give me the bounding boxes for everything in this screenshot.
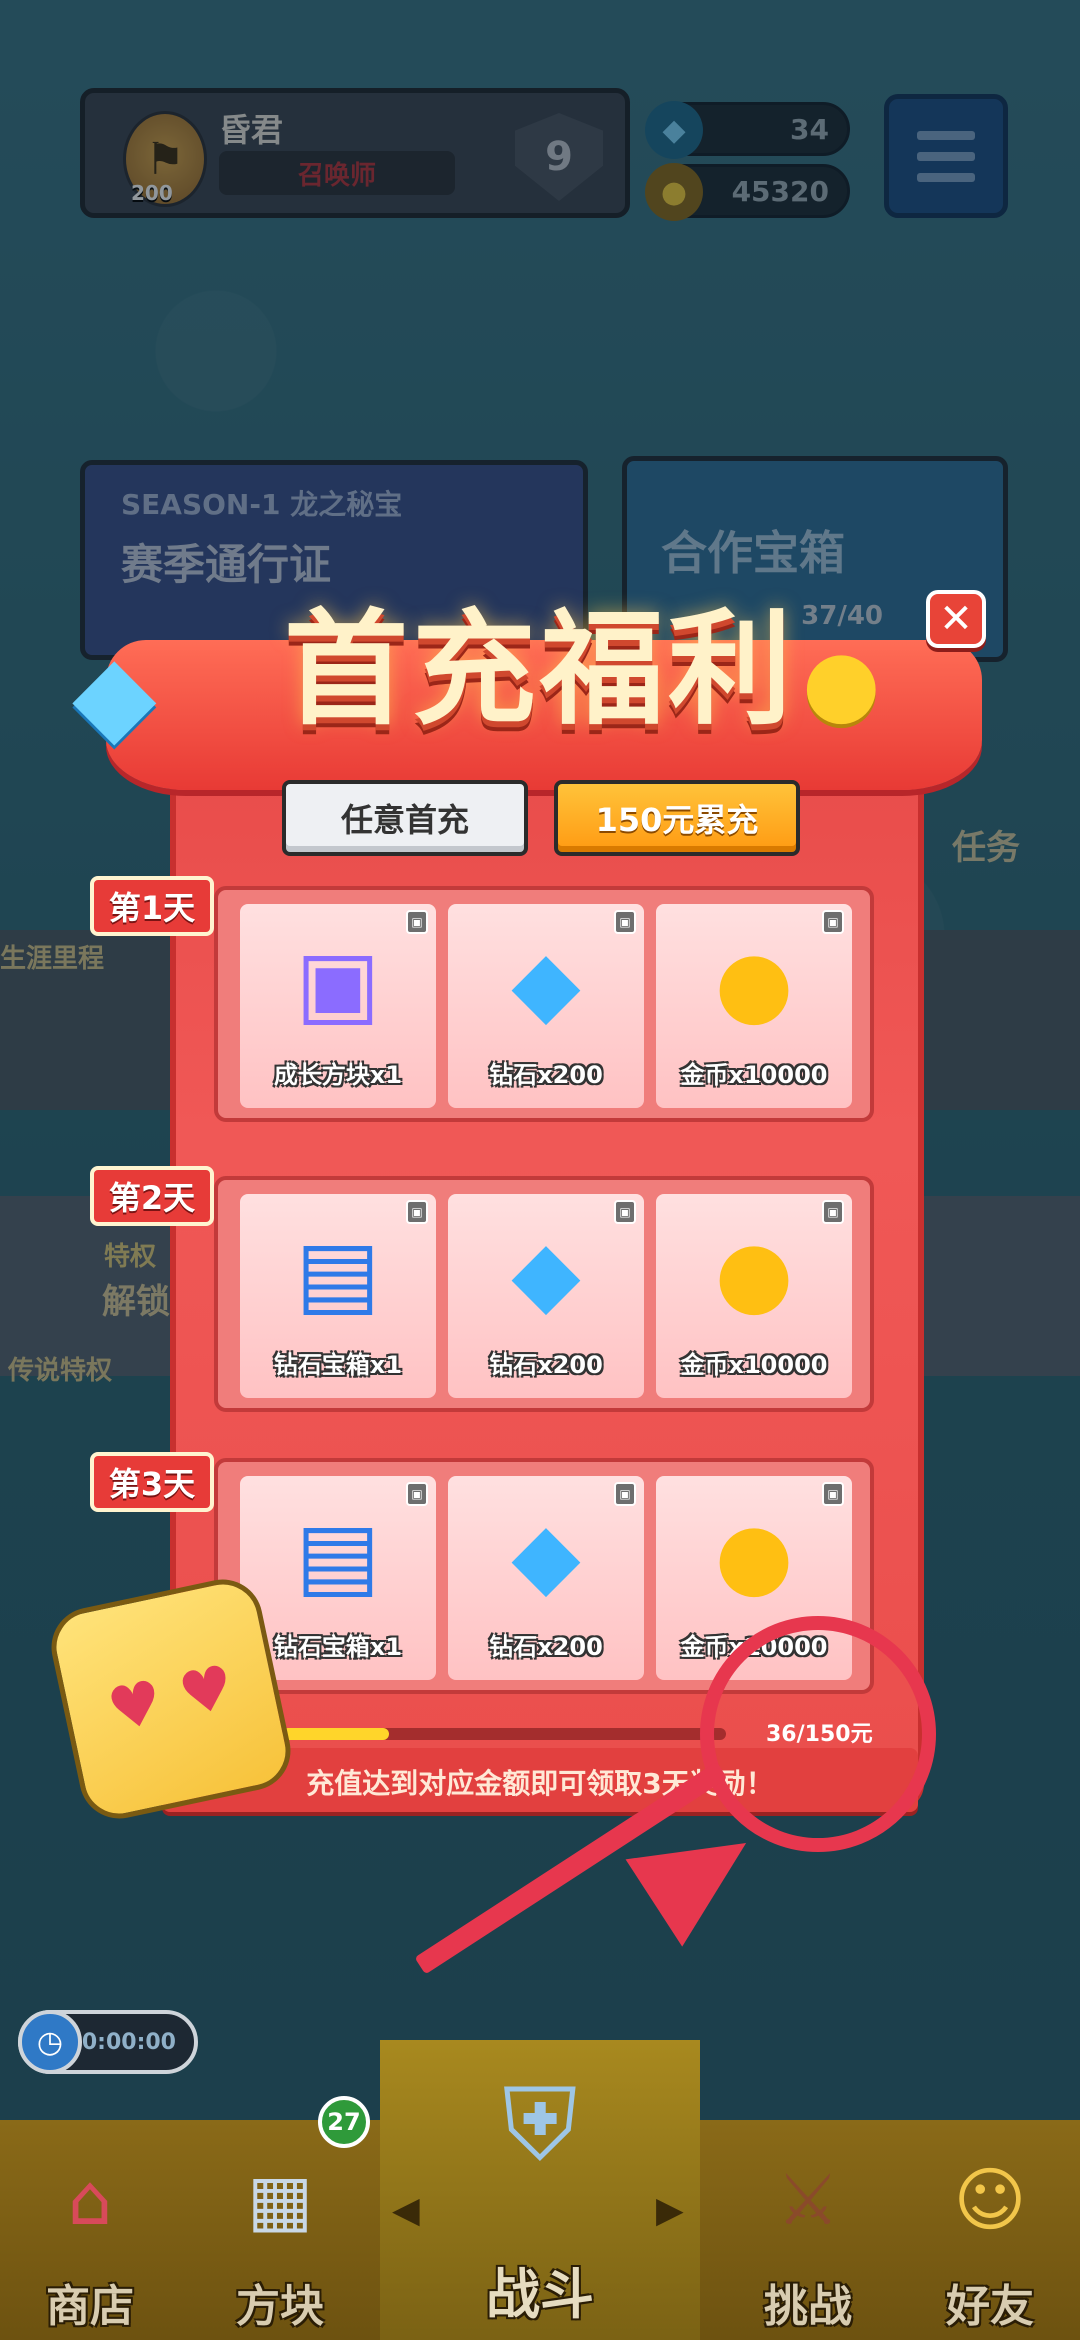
reward-name: 钻石x200	[489, 1351, 603, 1379]
reward-item[interactable]: ▣ ▤ 钻石宝箱x1	[240, 1194, 436, 1398]
coin-pile-icon: ●	[714, 931, 794, 1036]
nav-label: 战斗	[486, 2263, 594, 2326]
nav-friends[interactable]: ☺ 好友	[900, 2120, 1080, 2340]
challenge-icon: ⚔	[776, 2159, 840, 2241]
nav-blocks[interactable]: ▦ 方块	[190, 2120, 370, 2340]
stopwatch-icon: ◷	[18, 2010, 82, 2074]
tab-any-first-recharge[interactable]: 任意首充	[282, 780, 528, 856]
nav-battle[interactable]: ⛨ 战斗	[380, 2040, 700, 2340]
coin-pile-icon: ●	[714, 1221, 794, 1326]
reward-item[interactable]: ▣ ◆ 钻石x200	[448, 1194, 644, 1398]
tab-150-cumulative[interactable]: 150元累充	[554, 780, 800, 856]
chest-icon: ▤	[295, 1221, 381, 1326]
nav-label: 挑战	[764, 2281, 852, 2332]
popup-title: 首充福利	[283, 598, 796, 742]
progress-fill	[282, 1728, 389, 1740]
nav-shop[interactable]: ⌂ 商店	[0, 2120, 180, 2340]
gem-icon: ◆	[511, 1503, 581, 1608]
reward-name: 金币x10000	[680, 1351, 828, 1379]
nav-label: 方块	[236, 2281, 324, 2332]
reward-item[interactable]: ▣ ● 金币x10000	[656, 1194, 852, 1398]
nav-label: 好友	[946, 2281, 1034, 2332]
timer-text: 00:00:00	[66, 2029, 176, 2055]
annotation-circle	[700, 1616, 936, 1852]
coin-pile-icon: ●	[714, 1503, 794, 1608]
event-timer[interactable]: ◷ 00:00:00	[18, 2010, 198, 2074]
day-2-tag: 第2天	[90, 1166, 214, 1226]
blocks-badge: 27	[318, 2096, 370, 2148]
reward-name: 钻石x200	[489, 1061, 603, 1089]
friends-icon: ☺	[953, 2159, 1027, 2241]
nav-challenge[interactable]: ⚔ 挑战	[718, 2120, 898, 2340]
reward-item[interactable]: ▣ ▣ 成长方块x1	[240, 904, 436, 1108]
mascot-block-character: ♥ ♥	[44, 1572, 298, 1826]
reward-item[interactable]: ▣ ◆ 钻石x200	[448, 904, 644, 1108]
reward-name: 成长方块x1	[273, 1061, 403, 1089]
block-icon: ▣	[295, 931, 381, 1036]
day-1-rewards: ▣ ▣ 成长方块x1 ▣ ◆ 钻石x200 ▣ ● 金币x10000	[214, 886, 874, 1122]
recharge-tabs: 任意首充 150元累充	[0, 780, 1080, 860]
nav-prev-arrow[interactable]: ◀	[392, 2190, 420, 2231]
battle-icon: ⛨	[502, 2066, 578, 2183]
reward-name: 金币x10000	[680, 1061, 828, 1089]
day-3-tag: 第3天	[90, 1452, 214, 1512]
reward-item[interactable]: ▣ ◆ 钻石x200	[448, 1476, 644, 1680]
gem-icon: ◆	[511, 1221, 581, 1326]
shop-icon: ⌂	[67, 2159, 113, 2241]
day-1-tag: 第1天	[90, 876, 214, 936]
gem-icon: ◆	[511, 931, 581, 1036]
reward-item[interactable]: ▣ ● 金币x10000	[656, 904, 852, 1108]
reward-name: 钻石x200	[489, 1633, 603, 1661]
recharge-progress-bar	[282, 1728, 726, 1740]
nav-next-arrow[interactable]: ▶	[656, 2190, 684, 2231]
close-button[interactable]: ✕	[926, 590, 986, 648]
nav-label: 商店	[46, 2281, 134, 2332]
day-2-rewards: ▣ ▤ 钻石宝箱x1 ▣ ◆ 钻石x200 ▣ ● 金币x10000	[214, 1176, 874, 1412]
block-box-icon: ▦	[246, 2159, 314, 2241]
reward-name: 钻石宝箱x1	[273, 1351, 403, 1379]
chest-icon: ▤	[295, 1503, 381, 1608]
